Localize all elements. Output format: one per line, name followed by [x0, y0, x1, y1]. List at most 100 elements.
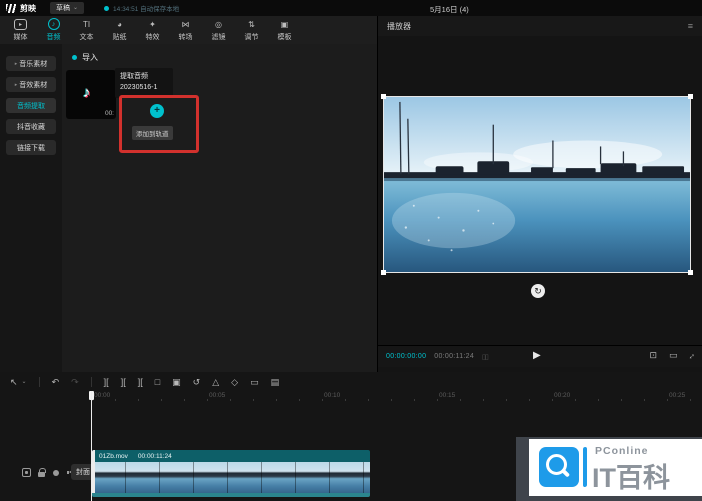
draft-menu-label: 草稿 — [56, 3, 70, 13]
time-ruler[interactable]: 00:00 00:05 00:10 00:15 00:20 00:25 — [0, 391, 702, 404]
tab-sticker[interactable]: ◕ 贴纸 — [103, 19, 136, 42]
video-track-clip[interactable]: 01Zb.mov 00:00:11:24 — [92, 450, 370, 497]
matting-icon[interactable]: ▤ — [271, 377, 280, 387]
effects-icon: ✦ — [146, 19, 159, 30]
clip-header: 01Zb.mov 00:00:11:24 — [92, 450, 370, 462]
preview-video — [384, 97, 690, 272]
clip-duration: 00:00:11:24 — [138, 453, 172, 460]
audio-clip-thumbnail[interactable]: ♪ 00: — [66, 70, 116, 119]
add-to-track-tooltip: 添加到轨道 — [132, 126, 173, 140]
clip-filename: 01Zb.mov — [99, 453, 128, 460]
play-button[interactable]: ▶ — [533, 350, 541, 361]
sidebar-item-link-download[interactable]: 链接下载 — [6, 140, 56, 155]
timeline-toolbar: ↖ ⌄ ↶ ↷ ][ ][ ][ □ ▣ ↺ △ ◇ ▭ ▤ — [0, 372, 702, 391]
import-panel: 导入 ♪ 00: 提取音频 20230516-1 + 添加到轨道 — [62, 44, 377, 372]
rotate-icon[interactable]: ◇ — [231, 377, 238, 387]
import-label: 导入 — [82, 52, 98, 63]
toolbar-divider — [39, 377, 40, 387]
lock-track-icon[interactable] — [37, 468, 46, 477]
filter-icon: ◎ — [212, 19, 225, 30]
split-right-icon[interactable]: ][ — [138, 377, 143, 387]
autosave-dot-icon — [104, 6, 109, 11]
page-flip-icon — [583, 447, 587, 487]
chevron-down-icon: ⌄ — [73, 6, 78, 10]
tab-adjust[interactable]: ⇅ 调节 — [235, 19, 268, 42]
adjust-icon: ⇅ — [245, 19, 258, 30]
split-left-icon[interactable]: ][ — [121, 377, 126, 387]
selection-handle[interactable] — [688, 94, 693, 99]
expand-arrow-icon: ▸ — [15, 82, 18, 88]
audio-icon: ♪ — [48, 18, 60, 30]
tab-media[interactable]: ▸ 媒体 — [4, 19, 37, 42]
player-title: 播放器 — [387, 21, 411, 32]
sidebar-item-music-material[interactable]: ▸ 音乐素材 — [6, 56, 56, 71]
undo-icon[interactable]: ↶ — [52, 377, 60, 387]
tab-effects[interactable]: ✦ 特效 — [136, 19, 169, 42]
selection-handle[interactable] — [381, 270, 386, 275]
transition-icon: ⋈ — [179, 19, 192, 30]
ruler-ticks — [92, 399, 698, 401]
player-header: 播放器 ≡ — [378, 16, 702, 36]
ruler-label: 00:25 — [669, 392, 685, 399]
record-icon[interactable] — [22, 468, 31, 477]
ruler-label: 00:20 — [554, 392, 570, 399]
app-name: 剪映 — [20, 3, 36, 14]
freeze-frame-icon[interactable]: ▣ — [172, 377, 181, 387]
redo-icon[interactable]: ↷ — [71, 377, 79, 387]
tab-audio[interactable]: ♪ 音频 — [37, 18, 70, 42]
watermark-card: PConline IT百科 — [529, 439, 702, 496]
ruler-label: 00:15 — [439, 392, 455, 399]
reverse-icon[interactable]: ↺ — [193, 377, 201, 387]
tab-text[interactable]: TI 文本 — [70, 19, 103, 42]
sidebar-item-audio-extract[interactable]: 音频提取 — [6, 98, 56, 113]
titlebar: 剪映 草稿 ⌄ 14:34:51 自动保存本地 5月16日 (4) — [0, 0, 702, 16]
autosave-text: 14:34:51 自动保存本地 — [113, 3, 179, 13]
rotate-handle-icon[interactable]: ↻ — [531, 284, 545, 298]
aspect-ratio-icon[interactable]: ▭ — [669, 350, 678, 361]
fullscreen-icon[interactable]: ↕ — [687, 350, 697, 360]
watermark-site-name: IT百科 — [592, 456, 670, 495]
split-icon[interactable]: ][ — [104, 377, 109, 387]
current-time: 00:00:00:00 — [386, 353, 426, 360]
tab-filter[interactable]: ◎ 滤镜 — [202, 19, 235, 42]
toolbar-divider — [91, 377, 92, 387]
autosave-status: 14:34:51 自动保存本地 — [104, 3, 179, 13]
sidebar-item-douyin-favorites[interactable]: 抖音收藏 — [6, 119, 56, 134]
selection-handle[interactable] — [381, 94, 386, 99]
expand-arrow-icon: ▸ — [15, 61, 18, 67]
mirror-icon[interactable]: △ — [212, 377, 219, 387]
frame-step-icon[interactable]: ▯▯ — [482, 353, 488, 361]
player-panel: 播放器 ≡ — [378, 16, 702, 372]
ruler-label: 00:05 — [209, 392, 225, 399]
video-viewport[interactable] — [383, 96, 691, 273]
sidebar-item-sound-effects[interactable]: ▸ 音效素材 — [6, 77, 56, 92]
template-icon: ▣ — [278, 19, 291, 30]
snapshot-icon[interactable]: ⊡ — [649, 350, 657, 361]
delete-icon[interactable]: □ — [155, 377, 160, 387]
tab-transition[interactable]: ⋈ 转场 — [169, 19, 202, 42]
highlight-annotation-box — [119, 95, 199, 153]
capcut-window: 剪映 草稿 ⌄ 14:34:51 自动保存本地 5月16日 (4) ▸ 媒体 ♪… — [0, 0, 702, 501]
clip-thumbnail-strip — [92, 462, 370, 493]
ribbon-tabbar: ▸ 媒体 ♪ 音频 TI 文本 ◕ 贴纸 ✦ 特效 ⋈ 转场 ◎ 滤镜 ⇅ 调节 — [0, 16, 377, 44]
sticker-icon: ◕ — [113, 19, 126, 30]
player-menu-icon[interactable]: ≡ — [688, 21, 693, 31]
tab-template[interactable]: ▣ 模板 — [268, 19, 301, 42]
playhead-line[interactable] — [91, 391, 92, 501]
audio-sidebar: ▸ 音乐素材 ▸ 音效素材 音频提取 抖音收藏 链接下载 — [0, 44, 62, 372]
select-cursor-icon[interactable]: ↖ — [10, 377, 18, 387]
hide-track-icon[interactable] — [52, 468, 61, 477]
clip-duration-label: 00: — [105, 110, 114, 117]
draft-menu-button[interactable]: 草稿 ⌄ — [50, 2, 84, 14]
crop-icon[interactable]: ▭ — [250, 377, 259, 387]
magnifier-book-logo-icon — [539, 447, 579, 487]
import-dot-icon — [72, 55, 77, 60]
total-duration: 00:00:11:24 — [434, 353, 474, 360]
watermark: PConline IT百科 — [516, 437, 702, 501]
media-icon: ▸ — [14, 19, 27, 30]
import-section-header[interactable]: 导入 — [72, 52, 98, 63]
chevron-down-icon[interactable]: ⌄ — [22, 377, 27, 387]
tiktok-note-icon: ♪ — [83, 84, 91, 101]
ruler-label: 00:10 — [324, 392, 340, 399]
selection-handle[interactable] — [688, 270, 693, 275]
